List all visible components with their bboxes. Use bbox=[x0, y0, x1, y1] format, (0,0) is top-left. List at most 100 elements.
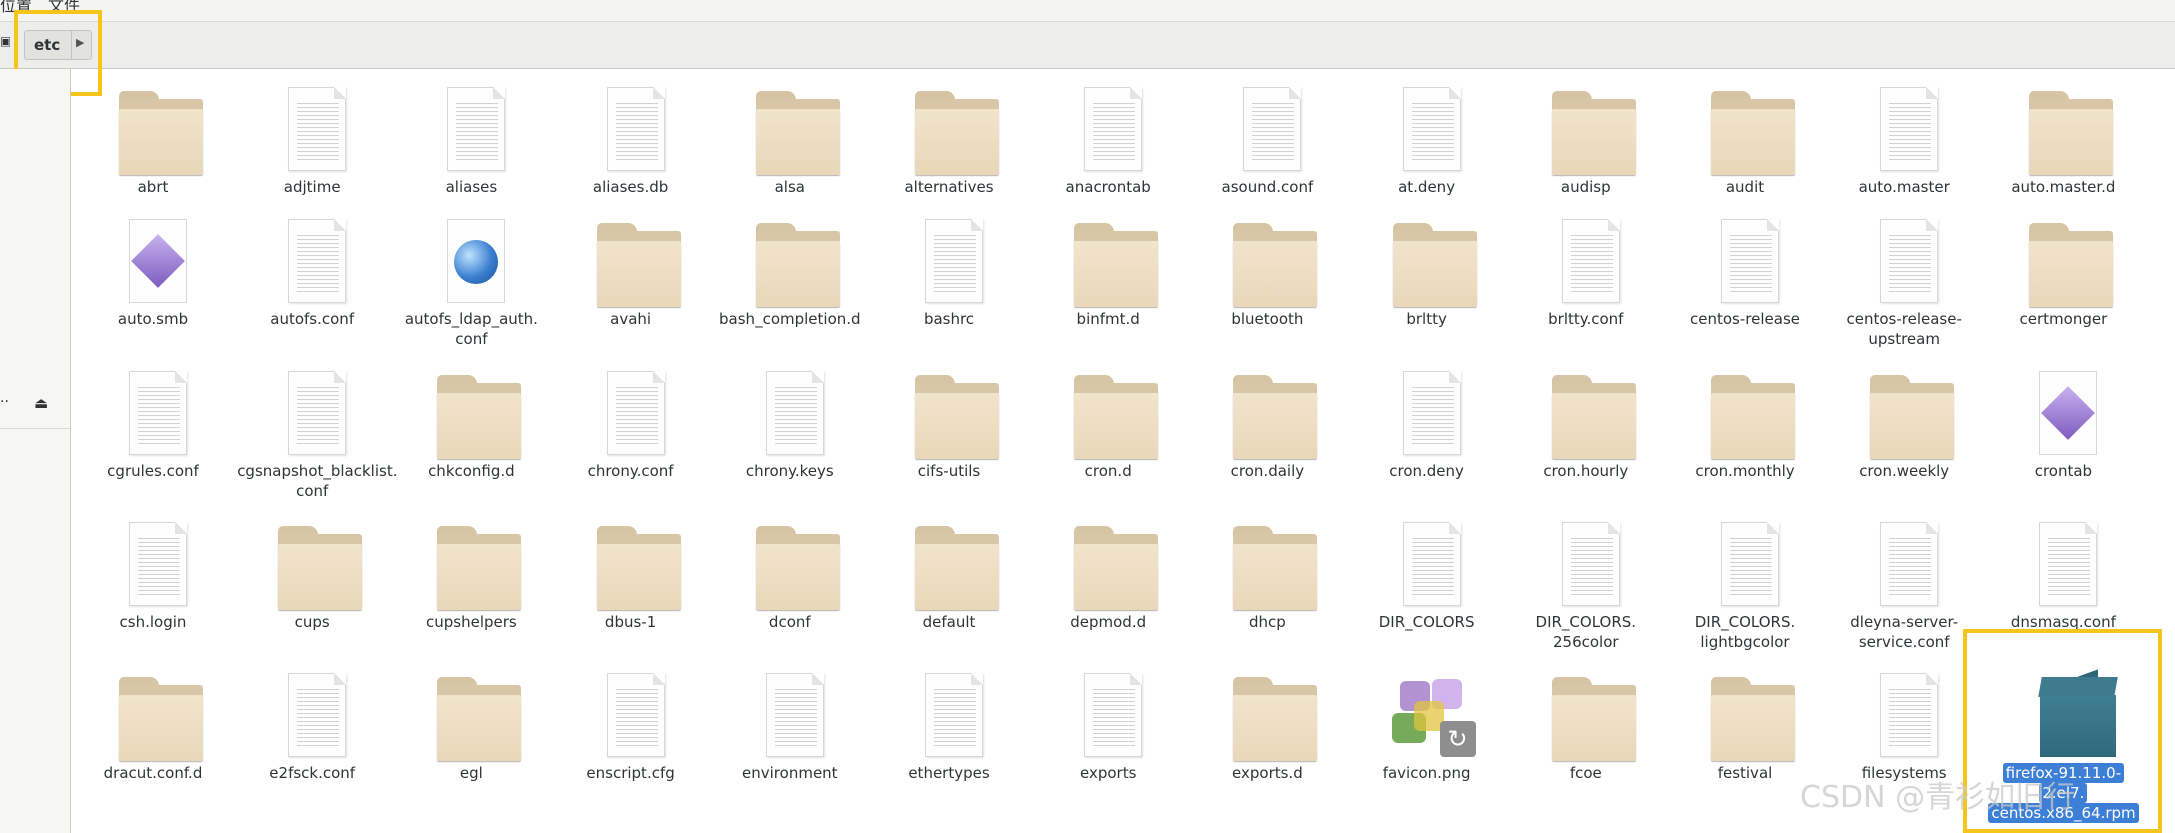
file-item[interactable]: binfmt.d bbox=[1033, 201, 1183, 346]
file-item[interactable]: ethertypes bbox=[874, 655, 1024, 800]
file-item[interactable]: dleyna-server-service.conf bbox=[1829, 504, 1979, 651]
file-item[interactable]: cron.d bbox=[1033, 353, 1183, 498]
file-label: bluetooth bbox=[1231, 310, 1304, 328]
file-label: dleyna-server-service.conf bbox=[1850, 613, 1959, 651]
folder-icon bbox=[1192, 353, 1342, 463]
file-item[interactable]: e2fsck.conf bbox=[237, 655, 387, 800]
file-item[interactable]: alsa bbox=[715, 69, 865, 214]
text-file-icon bbox=[874, 655, 1024, 765]
file-item[interactable]: environment bbox=[715, 655, 865, 800]
text-file-icon bbox=[237, 69, 387, 179]
file-item[interactable]: chrony.conf bbox=[556, 353, 706, 498]
file-item[interactable]: dnsmasq.conf bbox=[1988, 504, 2138, 649]
text-file-icon bbox=[1352, 69, 1502, 179]
file-item[interactable]: cron.hourly bbox=[1511, 353, 1661, 498]
file-item[interactable]: DIR_COLORS bbox=[1352, 504, 1502, 649]
file-item[interactable]: cupshelpers bbox=[396, 504, 546, 649]
file-item[interactable]: dhcp bbox=[1192, 504, 1342, 649]
file-item[interactable]: dconf bbox=[715, 504, 865, 649]
file-label: csh.login bbox=[119, 613, 187, 631]
file-item[interactable]: autofs_ldap_auth. conf bbox=[396, 201, 546, 348]
file-item[interactable]: cgsnapshot_blacklist. conf bbox=[237, 353, 398, 500]
file-item[interactable]: brltty.conf bbox=[1511, 201, 1661, 346]
file-item[interactable]: avahi bbox=[556, 201, 706, 346]
file-item[interactable]: at.deny bbox=[1352, 69, 1502, 214]
folder-icon bbox=[1988, 69, 2138, 179]
text-file-icon bbox=[1033, 69, 1183, 179]
file-item[interactable]: festival bbox=[1670, 655, 1820, 800]
file-item[interactable]: bashrc bbox=[874, 201, 1024, 346]
file-item[interactable]: exports.d bbox=[1192, 655, 1342, 800]
more-icon[interactable]: ·· bbox=[0, 394, 9, 410]
eject-icon[interactable]: ⏏ bbox=[34, 394, 48, 412]
file-item[interactable]: cron.daily bbox=[1192, 353, 1342, 498]
file-item[interactable]: audit bbox=[1670, 69, 1820, 214]
file-label: anacrontab bbox=[1065, 178, 1151, 196]
sidebar-divider bbox=[0, 428, 70, 429]
file-label: cron.daily bbox=[1230, 462, 1305, 480]
file-item[interactable]: dracut.conf.d bbox=[78, 655, 228, 800]
file-item[interactable]: cron.deny bbox=[1352, 353, 1502, 498]
file-label: dhcp bbox=[1248, 613, 1286, 631]
file-item[interactable]: certmonger bbox=[1988, 201, 2138, 346]
file-item[interactable]: auto.smb bbox=[78, 201, 228, 346]
file-item[interactable]: abrt bbox=[78, 69, 228, 214]
file-item[interactable]: cgrules.conf bbox=[78, 353, 228, 498]
folder-icon bbox=[1033, 504, 1183, 614]
file-item[interactable]: cifs-utils bbox=[874, 353, 1024, 498]
text-file-icon bbox=[1988, 504, 2138, 614]
folder-icon bbox=[1511, 353, 1661, 463]
file-item[interactable]: csh.login bbox=[78, 504, 228, 649]
file-item[interactable]: chkconfig.d bbox=[396, 353, 546, 498]
file-item[interactable]: auto.master bbox=[1829, 69, 1979, 214]
file-item[interactable]: cron.weekly bbox=[1829, 353, 1979, 498]
text-file-icon bbox=[78, 353, 228, 463]
folder-icon bbox=[78, 69, 228, 179]
file-item[interactable]: audisp bbox=[1511, 69, 1661, 214]
file-item[interactable]: default bbox=[874, 504, 1024, 649]
file-item[interactable]: ↻ favicon.png bbox=[1352, 655, 1502, 800]
file-item[interactable]: cron.monthly bbox=[1670, 353, 1820, 498]
file-item[interactable]: autofs.conf bbox=[237, 201, 387, 346]
file-label: DIR_COLORS. lightbgcolor bbox=[1694, 613, 1796, 651]
file-item[interactable]: cups bbox=[237, 504, 387, 649]
file-label: centos-release-upstream bbox=[1846, 310, 1962, 348]
file-item[interactable]: alternatives bbox=[874, 69, 1024, 214]
file-label: DIR_COLORS. 256color bbox=[1535, 613, 1637, 651]
file-label: ethertypes bbox=[908, 764, 990, 782]
file-item[interactable]: brltty bbox=[1352, 201, 1502, 346]
file-item[interactable]: depmod.d bbox=[1033, 504, 1183, 649]
file-item[interactable]: bash_completion.d bbox=[715, 201, 865, 346]
file-item[interactable]: adjtime bbox=[237, 69, 387, 214]
file-item[interactable]: DIR_COLORS. 256color bbox=[1511, 504, 1661, 651]
sidebar: ·· ⏏ bbox=[0, 69, 71, 833]
file-item[interactable]: aliases bbox=[396, 69, 546, 214]
file-label: default bbox=[922, 613, 976, 631]
file-item[interactable]: dbus-1 bbox=[556, 504, 706, 649]
folder-icon bbox=[715, 504, 865, 614]
file-item[interactable]: exports bbox=[1033, 655, 1183, 800]
path-toggle-icon[interactable]: ▣ bbox=[0, 34, 10, 50]
text-file-icon bbox=[396, 69, 546, 179]
file-item[interactable]: centos-release bbox=[1670, 201, 1820, 346]
file-item[interactable]: fcoe bbox=[1511, 655, 1661, 800]
file-label: brltty bbox=[1406, 310, 1447, 328]
file-item[interactable]: enscript.cfg bbox=[556, 655, 706, 800]
file-item[interactable]: asound.conf bbox=[1192, 69, 1342, 214]
file-item[interactable]: egl bbox=[396, 655, 546, 800]
file-item[interactable]: DIR_COLORS. lightbgcolor bbox=[1670, 504, 1820, 651]
file-item[interactable]: crontab bbox=[1988, 353, 2138, 498]
file-item[interactable]: bluetooth bbox=[1192, 201, 1342, 346]
file-item[interactable]: anacrontab bbox=[1033, 69, 1183, 214]
file-item[interactable]: chrony.keys bbox=[715, 353, 865, 498]
file-label: auto.smb bbox=[117, 310, 189, 328]
text-file-icon bbox=[556, 69, 706, 179]
file-item[interactable]: centos-release-upstream bbox=[1829, 201, 1979, 348]
script-file-icon bbox=[78, 201, 228, 311]
folder-icon bbox=[78, 655, 228, 765]
file-item[interactable]: aliases.db bbox=[556, 69, 706, 214]
file-label: cupshelpers bbox=[426, 613, 517, 631]
file-label: cron.hourly bbox=[1543, 462, 1629, 480]
folder-icon bbox=[1988, 201, 2138, 311]
file-item[interactable]: auto.master.d bbox=[1988, 69, 2138, 214]
